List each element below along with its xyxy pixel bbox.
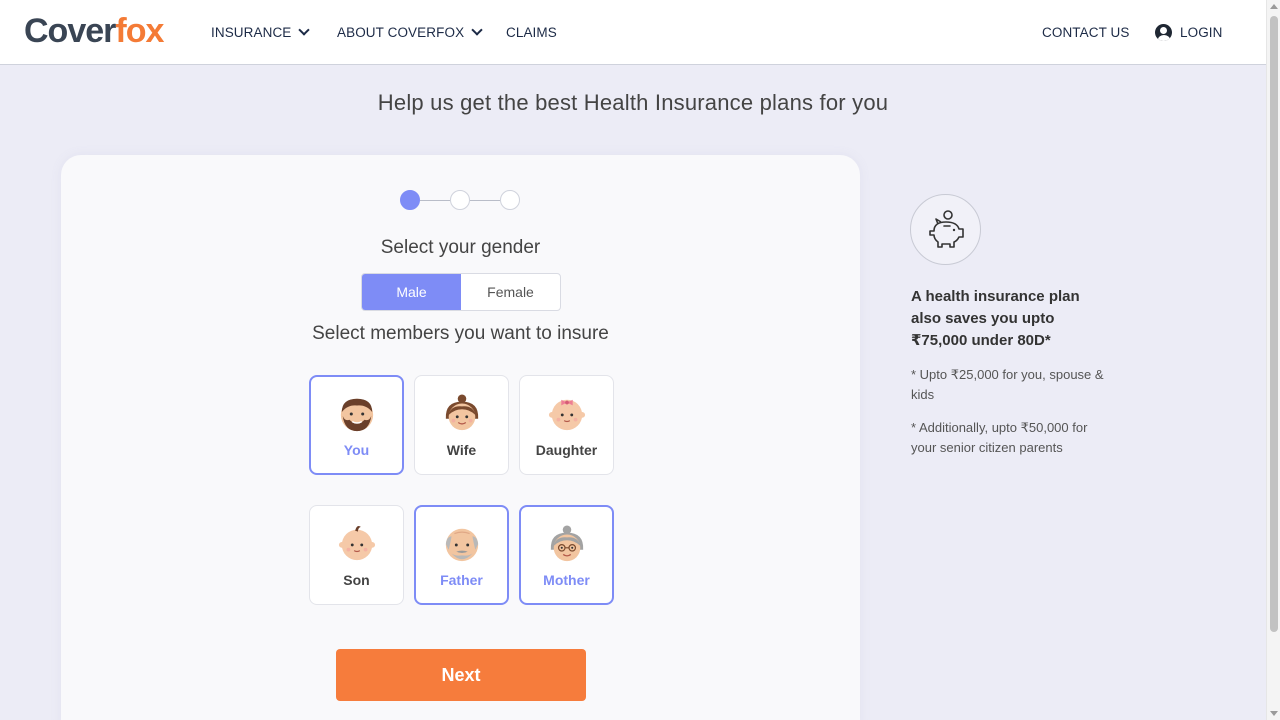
scroll-down-arrow-icon[interactable]	[1270, 711, 1278, 716]
logo-text-fox: fox	[115, 12, 164, 50]
gender-female-option[interactable]: Female	[461, 274, 560, 310]
nav-insurance[interactable]: INSURANCE	[211, 0, 311, 65]
savings-heading-line: A health insurance plan	[911, 288, 1080, 305]
savings-heading-line: also saves you upto	[911, 310, 1055, 327]
next-button[interactable]: Next	[336, 649, 586, 701]
site-header: Coverfox INSURANCE ABOUT COVERFOX CLAIMS…	[0, 0, 1266, 65]
member-card-son[interactable]: Son	[309, 505, 404, 605]
old-woman-face-icon	[550, 525, 583, 562]
member-label: You	[343, 442, 370, 458]
nav-about-label: ABOUT COVERFOX	[337, 25, 465, 40]
user-icon	[1155, 24, 1172, 41]
page-scrollbar[interactable]	[1266, 0, 1280, 720]
savings-heading: A health insurance plan also saves you u…	[911, 286, 1111, 352]
nav-contact-us[interactable]: CONTACT US	[1042, 0, 1130, 65]
step-dot-3	[500, 190, 520, 210]
piggy-bank-badge	[910, 194, 981, 265]
gender-heading: Select your gender	[380, 237, 541, 258]
baby-girl-face-icon	[548, 399, 585, 431]
member-label: Daughter	[535, 442, 598, 458]
chevron-down-icon	[471, 24, 483, 36]
member-label: Mother	[543, 572, 590, 588]
member-label: Son	[343, 572, 370, 588]
man-face-icon	[340, 398, 373, 432]
login-label: LOGIN	[1180, 25, 1223, 40]
member-card-mother[interactable]: Mother	[519, 505, 614, 605]
scrollbar-thumb[interactable]	[1270, 16, 1278, 632]
savings-note-parents: * Additionally, upto ₹50,000 for your se…	[911, 420, 1088, 455]
baby-boy-face-icon	[338, 525, 375, 561]
nav-claims[interactable]: CLAIMS	[506, 0, 557, 65]
piggy-bank-icon	[928, 209, 964, 248]
nav-about[interactable]: ABOUT COVERFOX	[337, 0, 483, 65]
old-man-face-icon	[445, 528, 478, 562]
coverfox-logo[interactable]: Coverfox	[24, 12, 164, 50]
logo-text-cover: Cover	[24, 12, 116, 50]
step-connector	[420, 200, 450, 201]
nav-claims-label: CLAIMS	[506, 25, 557, 40]
members-heading: Select members you want to insure	[312, 323, 609, 344]
chevron-down-icon	[298, 24, 311, 36]
gender-toggle: Male Female	[361, 273, 561, 311]
nav-insurance-label: INSURANCE	[211, 25, 292, 40]
nav-contact-label: CONTACT US	[1042, 25, 1130, 40]
member-label: Father	[440, 572, 483, 588]
page-title: Help us get the best Health Insurance pl…	[377, 90, 889, 115]
step-connector	[470, 200, 500, 201]
savings-note-self: * Upto ₹25,000 for you, spouse & kids	[911, 367, 1104, 402]
member-card-daughter[interactable]: Daughter	[519, 375, 614, 475]
step-dot-1	[400, 190, 420, 210]
member-label: Wife	[446, 442, 477, 458]
scroll-up-arrow-icon[interactable]	[1270, 4, 1278, 9]
savings-heading-line: ₹75,000 under 80D*	[911, 332, 1051, 349]
woman-face-icon	[445, 394, 478, 431]
progress-stepper	[400, 190, 522, 212]
member-card-father[interactable]: Father	[414, 505, 509, 605]
login-button[interactable]: LOGIN	[1155, 0, 1223, 65]
member-card-you[interactable]: You	[309, 375, 404, 475]
member-card-wife[interactable]: Wife	[414, 375, 509, 475]
step-dot-2	[450, 190, 470, 210]
gender-male-option[interactable]: Male	[362, 274, 461, 310]
